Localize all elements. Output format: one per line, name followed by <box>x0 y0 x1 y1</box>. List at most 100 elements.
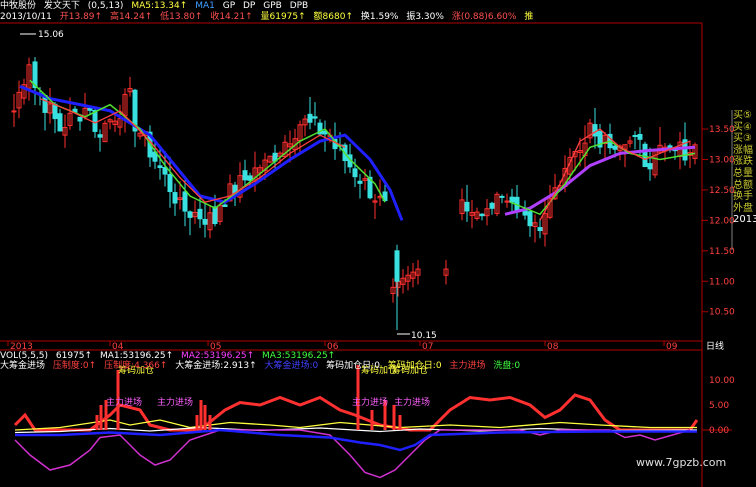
vol-ma1: MA1:53196.25↑ <box>99 351 174 361</box>
moving-averages <box>19 79 696 221</box>
candle-body-113 <box>612 145 618 150</box>
signal-chip-add: 筹码加仓日:0 <box>326 361 380 371</box>
candle-body-60 <box>312 116 318 119</box>
signal-bar-7 <box>208 415 212 430</box>
signal-main-entry: 主力进场 <box>449 361 486 371</box>
signal-bar-1 <box>99 405 103 430</box>
signal-big-money: 大筹金进场 <box>0 361 46 371</box>
signal-chip-add2: 筹码加仓日:0 <box>387 361 442 371</box>
candlestick-chart[interactable]: 13.50 13.00 12.50 12.00 11.50 11.00 10.50 2013… <box>0 0 756 487</box>
quote-item-year: 2013 <box>733 214 756 226</box>
candle-body-87 <box>479 213 485 217</box>
candle-body-15 <box>87 107 93 111</box>
candle-body-98 <box>537 227 543 232</box>
candle-body-30 <box>162 167 168 175</box>
indicator-axis-ticks: 10.00 5.00 0.00 <box>709 376 735 436</box>
candle-body-93 <box>509 196 515 203</box>
quote-item-change-pct: 涨幅 <box>733 144 753 156</box>
signal-pressure-val: 压制度:4.366↑ <box>104 361 168 371</box>
candle-body-96 <box>527 211 533 227</box>
low-marker-label: 10.15 <box>411 331 437 341</box>
quote-side-panel: 买⑤ 买④ 买③ 涨幅 涨跌 总量 总额 换手 外盘 2013 <box>733 110 756 250</box>
time-tick-label-4: 07 <box>422 342 433 352</box>
candle-body-34 <box>182 191 188 212</box>
ma-green-line-1 <box>29 79 386 210</box>
candle-body-31 <box>167 174 173 193</box>
signal-info-bar: 大筹金进场 压制度:0↑ 压制度:4.366↑ 大筹金进场:2.913↑ 大筹金… <box>0 361 525 372</box>
candle-body-38 <box>202 218 208 225</box>
quote-item-total-vol: 总量 <box>733 167 753 179</box>
indicator-blue-line <box>15 428 697 452</box>
vol-ma2: MA2:53196.25↑ <box>181 351 255 361</box>
candle-body-89 <box>489 202 495 209</box>
time-tick-label-6: 09 <box>666 342 678 352</box>
signal-bar-0 <box>95 415 99 430</box>
candle-body-109 <box>592 124 598 137</box>
candle-body-91 <box>499 195 505 198</box>
time-tick-label-5: 08 <box>547 342 559 352</box>
vol-value: 61975↑ <box>55 351 93 361</box>
candle-body-35 <box>187 211 193 218</box>
quote-item-buy4: 买④ <box>733 121 752 133</box>
quote-item-turnover: 换手 <box>733 191 753 203</box>
signal-bar-12 <box>398 415 402 430</box>
vol-ma3: MA3:53196.25↑ <box>262 351 336 361</box>
candle-body-29 <box>157 165 163 169</box>
signal-entry2: 大筹金进场:0 <box>264 361 319 371</box>
indicator-tick-label-1: 5.00 <box>709 401 729 411</box>
quote-item-change: 涨跌 <box>733 156 753 168</box>
candle-body-82 <box>394 250 400 282</box>
price-axis-ticks: 13.50 13.00 12.50 12.00 11.50 11.00 10.50 <box>702 125 735 318</box>
signal-bar-11 <box>392 405 396 430</box>
candle-body-46 <box>242 170 248 181</box>
price-tick-label-4: 11.50 <box>709 247 735 257</box>
candle-body-32 <box>172 192 178 204</box>
candle-body-16 <box>92 109 98 132</box>
candle-body-0 <box>11 110 17 113</box>
indicator-lines <box>13 365 699 479</box>
candle-body-37 <box>197 208 203 220</box>
quote-item-buy5: 买⑤ <box>733 110 752 121</box>
candle-body-120 <box>647 163 653 170</box>
ma-purple-line-2 <box>504 145 696 216</box>
signal-bar-4 <box>195 415 199 430</box>
candle-body-118 <box>637 133 643 140</box>
candle-body-13 <box>77 116 83 122</box>
watermark: www.7gpzb.com <box>636 456 727 469</box>
high-marker-label: 15.06 <box>38 30 64 40</box>
period-label[interactable]: 日线 <box>706 340 724 352</box>
price-tick-label-6: 10.50 <box>709 308 735 318</box>
candle-body-59 <box>307 113 313 123</box>
signal-entry: 大筹金进场:2.913↑ <box>175 361 257 371</box>
quote-item-total-amt: 总额 <box>733 179 753 191</box>
price-tick-label-2: 12.50 <box>709 186 735 196</box>
indicator-magenta-line <box>14 429 691 479</box>
main-entry-tag-3: 主力进场 <box>352 396 388 408</box>
stock-chart-window: 中牧股份 发文天下 (0,5,13) MA5:13.34↑ MA1 GP DP … <box>0 0 756 487</box>
candles-group <box>11 57 698 330</box>
candle-body-84 <box>464 201 470 212</box>
main-entry-tag-4: 主力进场 <box>394 396 430 408</box>
signal-bar-5 <box>199 400 203 430</box>
price-tick-label-0: 13.50 <box>709 125 735 135</box>
candle-body-9 <box>57 113 63 132</box>
indicator-tick-label-2: 0.00 <box>709 426 729 436</box>
candle-body-17 <box>97 134 103 138</box>
price-tick-label-3: 12.00 <box>709 216 735 226</box>
candle-body-68 <box>352 168 358 178</box>
quote-item-buy3: 买③ <box>733 133 752 145</box>
price-tick-label-5: 11.00 <box>709 277 735 287</box>
main-entry-tag-2: 主力进场 <box>157 396 193 408</box>
main-entry-tag-1: 主力进场 <box>106 396 142 408</box>
signal-bar-9 <box>370 410 374 430</box>
price-tick-label-1: 13.00 <box>709 155 735 165</box>
candle-body-40 <box>212 206 218 225</box>
signal-pressure: 压制度:0↑ <box>52 361 97 371</box>
candle-body-8 <box>52 103 58 120</box>
candle-body-69 <box>357 180 363 184</box>
signal-bar-6 <box>203 405 207 430</box>
signal-wash: 洗盘:0 <box>493 361 521 371</box>
vol-label: VOL(5,5,5) <box>0 351 49 361</box>
candle-body-47 <box>247 175 253 181</box>
indicator-tick-label-0: 10.00 <box>709 376 735 386</box>
